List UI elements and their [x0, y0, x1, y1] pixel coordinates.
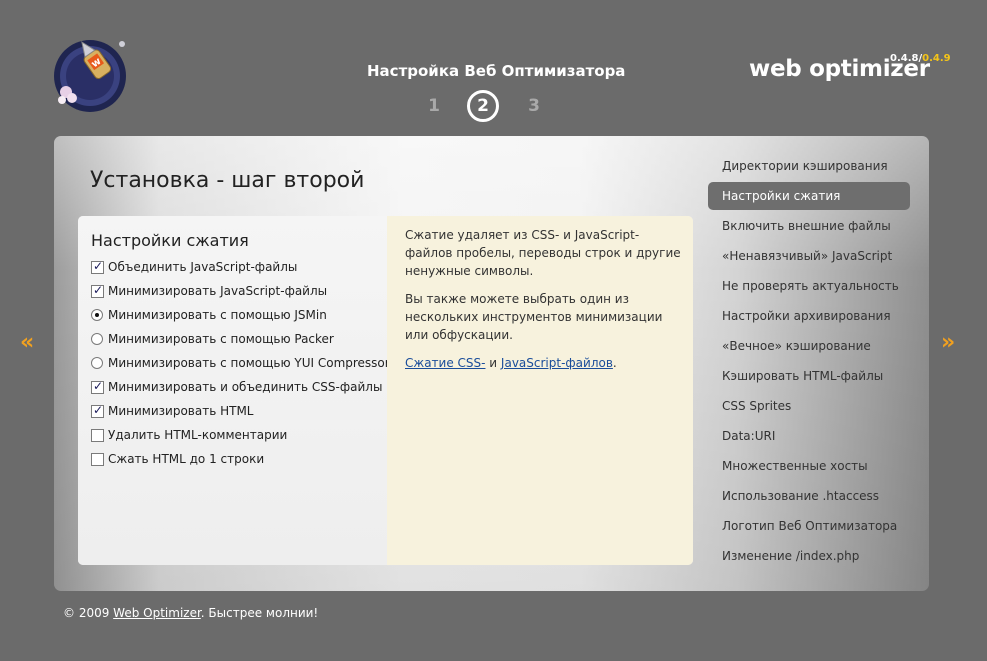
link-css-compression[interactable]: Сжатие CSS-	[405, 356, 485, 370]
option-label: Минимизировать и объединить CSS-файлы	[108, 380, 383, 394]
help-paragraph-2: Вы также можете выбрать один из нескольк…	[405, 292, 663, 342]
options-column: Настройки сжатия Объединить JavaScript-ф…	[78, 216, 390, 565]
sidebar-item-eternal-cache[interactable]: «Вечное» кэширование	[708, 332, 910, 360]
checkbox[interactable]	[91, 452, 104, 466]
option-html-one-line[interactable]: Сжать HTML до 1 строки	[91, 450, 264, 468]
option-minify-css[interactable]: Минимизировать и объединить CSS-файлы	[91, 378, 382, 396]
help-links: Сжатие CSS- и JavaScript-файлов.	[405, 356, 617, 370]
settings-box: Настройки сжатия Объединить JavaScript-ф…	[78, 216, 693, 565]
link-js-compression[interactable]: JavaScript-файлов	[501, 356, 613, 370]
checkbox[interactable]	[91, 403, 104, 418]
option-label: Удалить HTML-комментарии	[108, 428, 288, 442]
option-label: Объединить JavaScript-файлы	[108, 260, 298, 274]
option-yui-compressor[interactable]: Минимизировать с помощью YUI Compressor	[91, 354, 390, 372]
sidebar-item-external-files[interactable]: Включить внешние файлы	[708, 212, 910, 240]
sidebar-item-no-check[interactable]: Не проверять актуальность	[708, 272, 910, 300]
sidebar-item-archiving[interactable]: Настройки архивирования	[708, 302, 910, 330]
option-label: Сжать HTML до 1 строки	[108, 452, 265, 466]
option-label: Минимизировать с помощью JSMin	[108, 308, 327, 322]
radio-button[interactable]	[91, 357, 103, 369]
option-jsmin[interactable]: Минимизировать с помощью JSMin	[91, 306, 327, 324]
option-label: Минимизировать с помощью YUI Compressor	[108, 356, 390, 370]
sidebar-item-multiple-hosts[interactable]: Множественные хосты	[708, 452, 910, 480]
version-label: 0.4.8/0.4.9	[890, 53, 951, 64]
main-panel: Установка - шаг второй Настройки сжатия …	[54, 136, 929, 591]
checkbox[interactable]	[91, 259, 104, 274]
sidebar-item-htaccess[interactable]: Использование .htaccess	[708, 482, 910, 510]
radio-button[interactable]	[91, 309, 103, 321]
sidebar-item-cache-dirs[interactable]: Директории кэширования	[708, 152, 910, 180]
step-2-current[interactable]: 2	[467, 90, 499, 122]
web-optimizer-logo: w	[52, 34, 132, 114]
option-minify-html[interactable]: Минимизировать HTML	[91, 402, 253, 420]
previous-arrow-icon[interactable]: «	[20, 330, 34, 355]
step-3[interactable]: 3	[518, 90, 550, 122]
sidebar-item-css-sprites[interactable]: CSS Sprites	[708, 392, 910, 420]
next-arrow-icon[interactable]: »	[941, 330, 955, 355]
sidebar-item-compression[interactable]: Настройки сжатия	[708, 182, 910, 210]
radio-button[interactable]	[91, 333, 103, 345]
checkbox[interactable]	[91, 283, 104, 298]
sidebar-item-cache-html[interactable]: Кэшировать HTML-файлы	[708, 362, 910, 390]
option-remove-html-comments[interactable]: Удалить HTML-комментарии	[91, 426, 287, 444]
option-label: Минимизировать с помощью Packer	[108, 332, 334, 346]
version-new[interactable]: 0.4.9	[922, 53, 950, 64]
setup-title: Настройка Веб Оптимизатора	[367, 62, 626, 80]
option-combine-js[interactable]: Объединить JavaScript-файлы	[91, 258, 297, 276]
sidebar-item-index-php[interactable]: Изменение /index.php	[708, 542, 910, 570]
footer-link-web-optimizer[interactable]: Web Optimizer	[113, 606, 201, 620]
footer: © 2009 Web Optimizer. Быстрее молнии!	[63, 606, 319, 620]
help-column: Сжатие удаляет из CSS- и JavaScript-файл…	[387, 216, 693, 565]
option-label: Минимизировать JavaScript-файлы	[108, 284, 328, 298]
sidebar-item-unobtrusive-js[interactable]: «Ненавязчивый» JavaScript	[708, 242, 910, 270]
option-label: Минимизировать HTML	[108, 404, 254, 418]
option-minify-js[interactable]: Минимизировать JavaScript-файлы	[91, 282, 327, 300]
section-title: Настройки сжатия	[91, 231, 249, 250]
page-title: Установка - шаг второй	[90, 168, 365, 193]
sidebar-item-data-uri[interactable]: Data:URI	[708, 422, 910, 450]
help-paragraph-1: Сжатие удаляет из CSS- и JavaScript-файл…	[405, 228, 681, 278]
sidebar-item-logo[interactable]: Логотип Веб Оптимизатора	[708, 512, 910, 540]
version-old: 0.4.8/	[890, 53, 923, 64]
step-1[interactable]: 1	[418, 90, 450, 122]
checkbox[interactable]	[91, 379, 104, 394]
option-packer[interactable]: Минимизировать с помощью Packer	[91, 330, 334, 348]
checkbox[interactable]	[91, 428, 104, 442]
